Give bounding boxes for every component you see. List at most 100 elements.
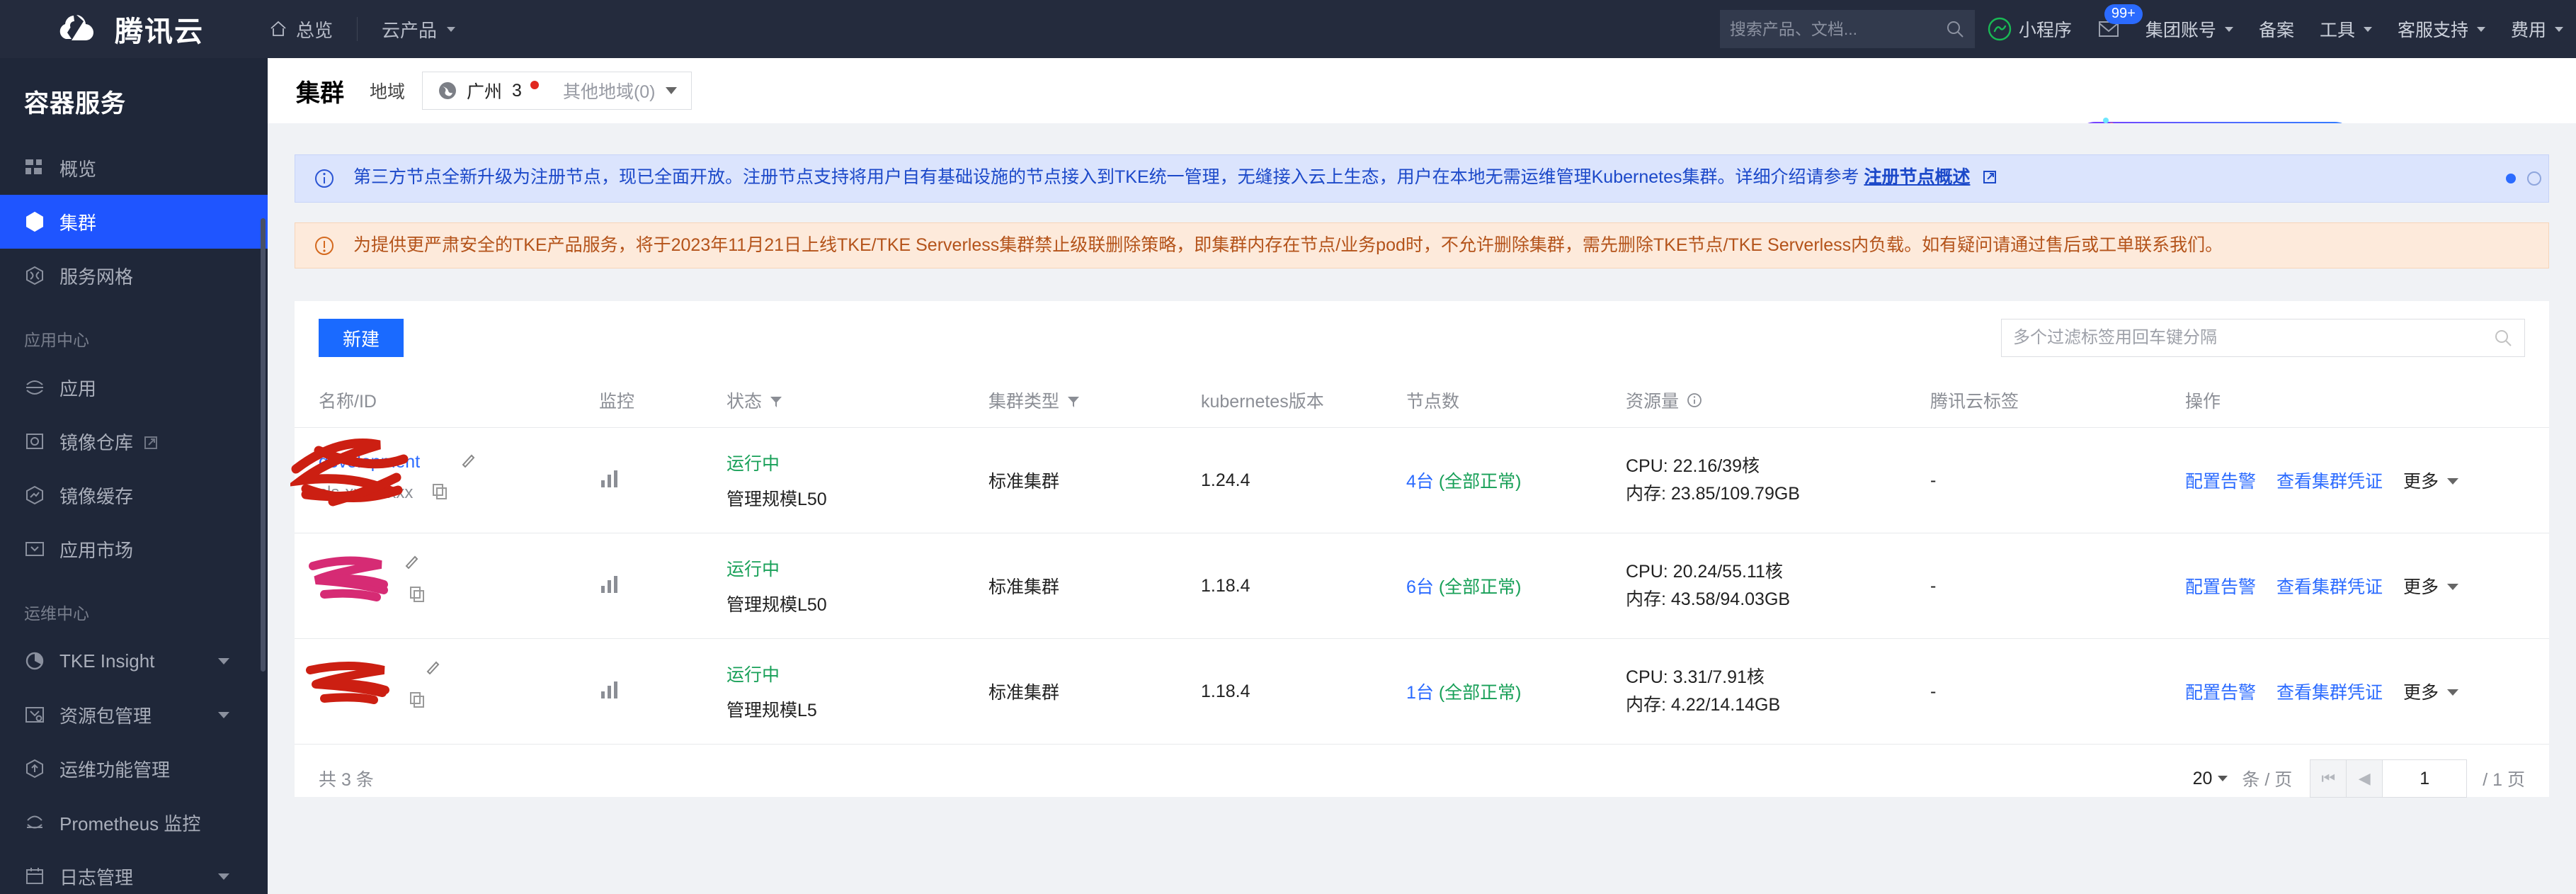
cluster-scale: 管理规模L50: [726, 490, 827, 509]
cluster-name-link[interactable]: development: [319, 452, 420, 473]
chevron-down-icon: [2224, 26, 2233, 32]
sidebar-item-resource-pack[interactable]: 资源包管理: [0, 688, 268, 742]
page-number-input[interactable]: [2382, 759, 2468, 798]
copy-icon[interactable]: [409, 586, 425, 603]
chevron-down-icon: [218, 657, 229, 664]
configure-alarm-link[interactable]: 配置告警: [2185, 577, 2256, 597]
main-content: 第三方节点全新升级为注册节点，现已全面开放。注册节点支持将用户自有基础设施的节点…: [268, 123, 2576, 894]
cell-name-id: development cls-xxxxxxxx: [290, 427, 599, 533]
edit-pencil-icon[interactable]: [404, 553, 419, 570]
cell-status: 运行中 管理规模L5: [726, 638, 988, 745]
more-actions-button[interactable]: 更多: [2403, 683, 2458, 703]
col-resources: 资源量: [1626, 375, 1930, 428]
marketplace-icon: [24, 538, 45, 560]
topnav-beian-label: 备案: [2258, 21, 2294, 40]
sidebar-item-clusters[interactable]: 集群: [0, 195, 268, 249]
mesh-icon: [24, 265, 45, 286]
redaction-scribble: [290, 438, 409, 507]
node-status-text: (全部正常): [1438, 683, 1522, 703]
global-search-input[interactable]: [1729, 19, 1945, 39]
topnav-beian[interactable]: 备案: [2246, 0, 2307, 58]
cpu-usage: CPU: 22.16/39核: [1626, 456, 1760, 477]
cluster-scale: 管理规模L5: [726, 701, 817, 720]
topnav-tools[interactable]: 工具: [2307, 0, 2385, 58]
topnav-messages[interactable]: 99+: [2085, 0, 2143, 58]
sidebar-item-application[interactable]: 应用: [0, 361, 268, 414]
node-count-link[interactable]: 1台: [1406, 683, 1434, 703]
configure-alarm-link[interactable]: 配置告警: [2185, 472, 2256, 492]
region-name: 广州: [467, 82, 503, 102]
info-banner-body: 第三方节点全新升级为注册节点，现已全面开放。注册节点支持将用户自有基础设施的节点…: [353, 167, 1859, 187]
sidebar-item-app-marketplace[interactable]: 应用市场: [0, 522, 268, 576]
col-k8s-version: kubernetes版本: [1201, 375, 1406, 428]
topnav-billing-label: 费用: [2510, 21, 2546, 40]
carousel-dot-active[interactable]: [2506, 174, 2516, 183]
col-status[interactable]: 状态: [726, 375, 988, 428]
view-credentials-link[interactable]: 查看集群凭证: [2276, 577, 2383, 597]
topnav-group-account[interactable]: 集团账号: [2133, 0, 2246, 58]
other-region-label: 其他地域(0): [562, 82, 656, 102]
configure-alarm-link[interactable]: 配置告警: [2185, 683, 2256, 703]
sidebar-item-label: 应用市场: [59, 539, 134, 561]
prev-page-button[interactable]: ◀: [2346, 759, 2383, 798]
info-icon[interactable]: [1686, 392, 1703, 409]
col-status-label: 状态: [726, 392, 763, 412]
topbar-right-cluster: 小程序 99+ 集团账号 备案 工具 客服支持 费用: [1719, 0, 2576, 58]
sidebar-item-log-management[interactable]: 日志管理: [0, 849, 268, 894]
topnav-overview[interactable]: 总览: [253, 0, 348, 58]
carousel-dot[interactable]: [2527, 171, 2541, 186]
sidebar-item-service-mesh[interactable]: 服务网格: [0, 249, 268, 302]
monitor-chart-icon[interactable]: [599, 681, 622, 704]
view-credentials-link[interactable]: 查看集群凭证: [2276, 683, 2383, 703]
sidebar-item-image-registry[interactable]: 镜像仓库: [0, 414, 268, 468]
tag-filter-box[interactable]: [2001, 319, 2525, 357]
copy-icon[interactable]: [432, 483, 448, 500]
col-cluster-type[interactable]: 集群类型: [988, 375, 1201, 428]
ops-icon: [24, 758, 45, 779]
monitor-chart-icon[interactable]: [599, 470, 622, 493]
more-actions-button[interactable]: 更多: [2403, 472, 2458, 492]
copy-icon[interactable]: [409, 691, 425, 708]
col-name-id-label: 名称/ID: [319, 392, 377, 412]
sidebar-item-image-cache[interactable]: 镜像缓存: [0, 468, 268, 522]
sidebar-item-label: 服务网格: [59, 266, 134, 288]
sidebar-item-tke-insight[interactable]: TKE Insight: [0, 634, 268, 688]
cell-name-id: [295, 638, 599, 745]
first-page-button[interactable]: ⏮: [2310, 759, 2347, 798]
more-actions-label: 更多: [2403, 472, 2439, 492]
topnav-cloud-products[interactable]: 云产品: [366, 0, 471, 58]
create-cluster-button[interactable]: 新建: [319, 319, 404, 357]
node-count-link[interactable]: 4台: [1406, 472, 1434, 492]
node-count-link[interactable]: 6台: [1406, 577, 1434, 597]
register-node-overview-link[interactable]: 注册节点概述: [1864, 167, 1970, 187]
filter-icon[interactable]: [769, 393, 783, 407]
view-credentials-link[interactable]: 查看集群凭证: [2276, 472, 2383, 492]
more-actions-button[interactable]: 更多: [2403, 577, 2458, 597]
col-monitor-label: 监控: [599, 392, 635, 412]
sidebar-scrollbar[interactable]: [261, 218, 266, 672]
topbar-nav: 总览 云产品: [253, 0, 471, 58]
node-status-text: (全部正常): [1438, 577, 1522, 597]
cloud-logo-icon: [58, 13, 102, 45]
global-search-box[interactable]: [1719, 10, 1975, 48]
edit-pencil-icon[interactable]: [460, 452, 476, 468]
cell-tags: -: [1930, 427, 2185, 533]
edit-pencil-icon[interactable]: [425, 659, 440, 675]
tag-filter-input[interactable]: [2013, 328, 2493, 348]
topnav-mini-program[interactable]: 小程序: [1975, 0, 2085, 58]
filter-icon[interactable]: [1066, 393, 1081, 407]
monitor-chart-icon[interactable]: [599, 575, 622, 599]
cluster-scale: 管理规模L50: [726, 595, 827, 615]
topnav-support[interactable]: 客服支持: [2385, 0, 2498, 58]
sidebar-item-prometheus[interactable]: Prometheus 监控: [0, 796, 268, 849]
page-size-selector[interactable]: 20: [2193, 769, 2235, 789]
banner-carousel-dots[interactable]: [2506, 171, 2541, 186]
topnav-billing[interactable]: 费用: [2498, 0, 2576, 58]
region-selector[interactable]: 广州 3 其他地域(0): [422, 72, 692, 110]
tencent-cloud-logo[interactable]: 腾讯云: [58, 9, 204, 50]
sidebar-item-ops-management[interactable]: 运维功能管理: [0, 742, 268, 796]
page-total-label: / 1 页: [2483, 770, 2525, 790]
sidebar-item-overview[interactable]: 概览: [0, 141, 268, 195]
cluster-table-card: 新建 名称/ID 监控: [290, 301, 2549, 798]
pagination: 20 条 / 页 ⏮ ◀ / 1 页: [2193, 759, 2525, 798]
